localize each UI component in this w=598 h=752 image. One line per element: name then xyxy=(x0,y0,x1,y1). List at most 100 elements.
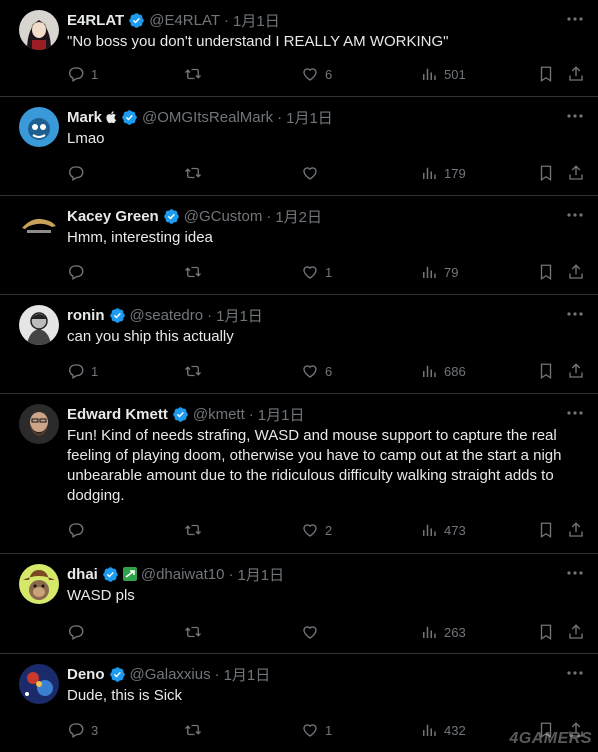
share-button[interactable] xyxy=(567,163,585,183)
retweet-button[interactable] xyxy=(184,163,208,183)
tweet-date[interactable]: 1月1日 xyxy=(286,107,333,128)
galaxy-art-avatar[interactable] xyxy=(19,664,59,704)
retweet-button[interactable] xyxy=(184,361,208,381)
tweet-text: Lmao xyxy=(67,130,105,147)
kacey-logo-avatar[interactable] xyxy=(19,206,59,246)
more-options-icon[interactable] xyxy=(566,208,584,222)
user-handle[interactable]: @OMGItsRealMark xyxy=(142,109,273,126)
user-handle[interactable]: @dhaiwat10 xyxy=(141,566,225,583)
anime-girl-avatar[interactable] xyxy=(19,10,59,50)
share-button[interactable] xyxy=(567,262,585,282)
bookmark-icon xyxy=(540,522,552,539)
display-name[interactable]: Mark xyxy=(67,109,102,126)
reply-icon xyxy=(69,523,84,538)
retweet-icon xyxy=(185,626,201,638)
share-button[interactable] xyxy=(567,64,585,84)
like-button[interactable] xyxy=(301,622,325,642)
sketch-portrait-avatar[interactable] xyxy=(19,305,59,345)
reply-button[interactable] xyxy=(67,520,91,540)
affiliate-badge-icon[interactable] xyxy=(122,567,137,581)
retweet-button[interactable] xyxy=(184,262,208,282)
bearded-man-avatar[interactable] xyxy=(19,404,59,444)
reply-button[interactable]: 3 xyxy=(67,720,98,740)
heart-icon xyxy=(303,167,317,180)
user-handle[interactable]: @seatedro xyxy=(130,307,204,324)
bookmark-icon xyxy=(540,165,552,182)
views-button[interactable]: 79 xyxy=(420,262,458,282)
retweet-button[interactable] xyxy=(184,720,208,740)
tweet-actions: 263 xyxy=(67,622,586,642)
cowboy-ape-avatar[interactable] xyxy=(19,564,59,604)
analytics-icon xyxy=(423,365,436,377)
reply-button[interactable] xyxy=(67,163,91,183)
bookmark-button[interactable] xyxy=(537,520,555,540)
retweet-button[interactable] xyxy=(184,622,208,642)
bookmark-button[interactable] xyxy=(537,262,555,282)
more-options-icon[interactable] xyxy=(566,12,584,26)
reply-button[interactable] xyxy=(67,622,91,642)
share-button[interactable] xyxy=(567,520,585,540)
retweet-button[interactable] xyxy=(184,520,208,540)
more-options-icon[interactable] xyxy=(566,566,584,580)
more-options-icon[interactable] xyxy=(566,666,584,680)
tweet-date[interactable]: 1月2日 xyxy=(275,206,322,227)
blue-cartoon-avatar[interactable] xyxy=(19,107,59,147)
display-name[interactable]: dhai xyxy=(67,566,98,583)
reply-icon xyxy=(69,625,84,640)
tweet[interactable]: Edward Kmett @kmett · 1月1日 Fun! Kind of … xyxy=(0,394,598,554)
reply-icon xyxy=(69,166,84,181)
share-icon xyxy=(569,66,583,81)
bookmark-button[interactable] xyxy=(537,622,555,642)
verified-badge-icon xyxy=(102,566,119,583)
tweet-date[interactable]: 1月1日 xyxy=(237,564,284,585)
views-button[interactable]: 473 xyxy=(420,520,466,540)
user-handle[interactable]: @kmett xyxy=(193,406,245,423)
separator-dot: · xyxy=(277,108,283,126)
more-options-icon[interactable] xyxy=(566,109,584,123)
display-name[interactable]: Edward Kmett xyxy=(67,406,168,423)
views-button[interactable]: 432 xyxy=(420,720,466,740)
bookmark-button[interactable] xyxy=(537,361,555,381)
like-count: 1 xyxy=(325,264,333,280)
bookmark-button[interactable] xyxy=(537,64,555,84)
like-button[interactable]: 6 xyxy=(301,361,332,381)
reply-button[interactable]: 1 xyxy=(67,64,98,84)
tweet-date[interactable]: 1月1日 xyxy=(233,10,280,31)
views-button[interactable]: 501 xyxy=(420,64,466,84)
more-options-icon[interactable] xyxy=(566,307,584,321)
view-count: 179 xyxy=(444,165,466,181)
share-button[interactable] xyxy=(567,361,585,381)
display-name[interactable]: E4RLAT xyxy=(67,12,124,29)
like-button[interactable]: 2 xyxy=(301,520,332,540)
views-button[interactable]: 263 xyxy=(420,622,466,642)
more-options-icon[interactable] xyxy=(566,406,584,420)
tweet[interactable]: dhai @dhaiwat10 · 1月1日 WASD pls 263 xyxy=(0,554,598,654)
like-button[interactable]: 1 xyxy=(301,262,332,282)
tweet-date[interactable]: 1月1日 xyxy=(216,305,263,326)
reply-button[interactable]: 1 xyxy=(67,361,98,381)
user-handle[interactable]: @GCustom xyxy=(184,208,263,225)
like-button[interactable] xyxy=(301,163,325,183)
views-button[interactable]: 686 xyxy=(420,361,466,381)
retweet-button[interactable] xyxy=(184,64,208,84)
tweet[interactable]: Mark @OMGItsRealMark · 1月1日 Lmao 179 xyxy=(0,97,598,196)
tweet[interactable]: ronin @seatedro · 1月1日 can you ship this… xyxy=(0,295,598,394)
tweet-date[interactable]: 1月1日 xyxy=(258,404,305,425)
tweet-date[interactable]: 1月1日 xyxy=(224,664,271,685)
user-handle[interactable]: @E4RLAT xyxy=(149,12,220,29)
display-name[interactable]: ronin xyxy=(67,307,105,324)
tweet[interactable]: E4RLAT @E4RLAT · 1月1日 "No boss you don't… xyxy=(0,0,598,97)
like-button[interactable]: 6 xyxy=(301,64,332,84)
user-handle[interactable]: @Galaxxius xyxy=(130,666,211,683)
share-button[interactable] xyxy=(567,622,585,642)
reply-count: 1 xyxy=(91,363,99,379)
like-button[interactable]: 1 xyxy=(301,720,332,740)
display-name[interactable]: Kacey Green xyxy=(67,208,159,225)
views-button[interactable]: 179 xyxy=(420,163,466,183)
bookmark-button[interactable] xyxy=(537,163,555,183)
reply-button[interactable] xyxy=(67,262,91,282)
display-name[interactable]: Deno xyxy=(67,666,105,683)
tweet-text: Hmm, interesting idea xyxy=(67,229,213,246)
tweet-header: Deno @Galaxxius · 1月1日 xyxy=(67,664,270,684)
tweet[interactable]: Kacey Green @GCustom · 1月2日 Hmm, interes… xyxy=(0,196,598,295)
